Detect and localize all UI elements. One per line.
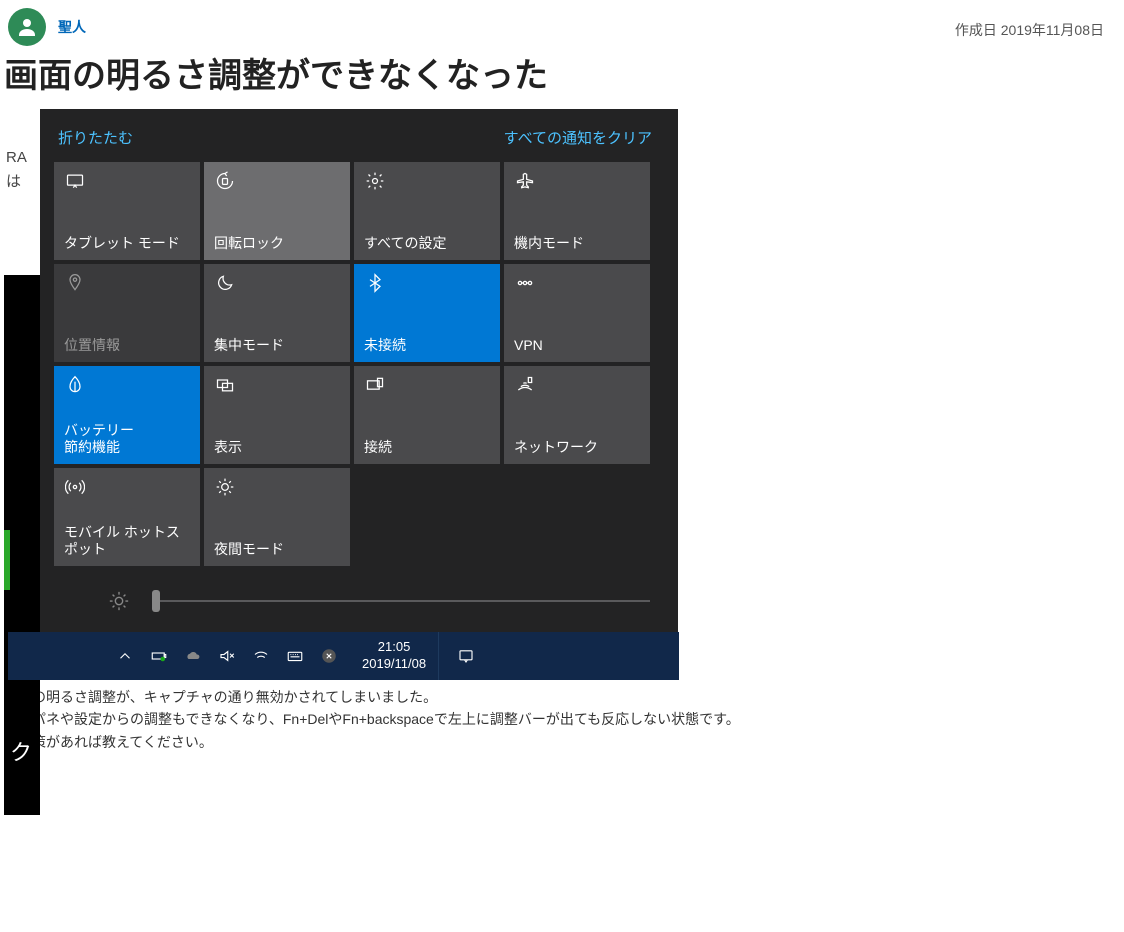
connect-icon [364,374,386,396]
airplane-icon [514,170,536,192]
taskbar-time: 21:05 [362,639,426,656]
tablet-icon [64,170,86,192]
tray-ime-icon[interactable] [278,632,312,680]
taskbar-date: 2019/11/08 [362,656,426,673]
body-line: 画面の明るさ調整が、キャプチャの通り無効かされてしまいました。 [4,686,1118,708]
tile-all-settings[interactable]: すべての設定 [354,162,500,260]
tile-focus-assist[interactable]: 集中モード [204,264,350,362]
tile-project[interactable]: 表示 [204,366,350,464]
location-icon [64,272,86,294]
project-icon [214,374,236,396]
body-cut-text: RA は [6,146,27,194]
tile-label: 表示 [214,439,340,456]
post-title: 画面の明るさ調整ができなくなった [0,46,1124,109]
tile-bluetooth[interactable]: 未接続 [354,264,500,362]
tile-battery-saver[interactable]: バッテリー 節約機能 [54,366,200,464]
post-body: 画面の明るさ調整が、キャプチャの通り無効かされてしまいました。 コンパネや設定か… [0,680,1124,773]
tray-onedrive-icon[interactable] [176,632,210,680]
taskbar: 21:05 2019/11/08 [8,632,679,680]
background-accent [4,530,10,590]
tile-label: バッテリー 節約機能 [64,422,190,456]
gear-icon [364,170,386,192]
sun-icon [214,476,236,498]
tile-airplane-mode[interactable]: 機内モード [504,162,650,260]
leaf-icon [64,374,86,396]
tile-night-light[interactable]: 夜間モード [204,468,350,566]
tile-label: 接続 [364,439,490,456]
tile-label: 未接続 [364,337,490,354]
tray-battery-icon[interactable] [142,632,176,680]
tile-location[interactable]: 位置情報 [54,264,200,362]
bluetooth-icon [364,272,386,294]
tile-vpn[interactable]: VPN [504,264,650,362]
tile-label: 位置情報 [64,337,190,354]
created-date: 作成日 2019年11月08日 [955,20,1104,40]
brightness-slider-row [48,566,670,618]
rotation-lock-icon [214,170,236,192]
tile-label: ネットワーク [514,439,640,456]
tile-mobile-hotspot[interactable]: モバイル ホットスポット [54,468,200,566]
brightness-slider[interactable] [152,600,650,602]
body-line: コンパネや設定からの調整もできなくなり、Fn+DelやFn+backspaceで… [4,708,1118,730]
tray-wifi-icon[interactable] [244,632,278,680]
body-line: 解決策があれば教えてください。 [4,731,1118,753]
avatar [8,8,46,46]
tile-label: 回転ロック [214,235,340,252]
author-link[interactable]: 聖人 [58,17,86,37]
tile-network[interactable]: ネットワーク [504,366,650,464]
tile-label: 集中モード [214,337,340,354]
tile-label: 機内モード [514,235,640,252]
tile-connect[interactable]: 接続 [354,366,500,464]
tile-tablet-mode[interactable]: タブレット モード [54,162,200,260]
clear-all-link[interactable]: すべての通知をクリア [504,127,652,148]
tray-volume-muted-icon[interactable] [210,632,244,680]
taskbar-clock[interactable]: 21:05 2019/11/08 [350,639,438,673]
tile-label: 夜間モード [214,541,340,558]
background-cut-text: ク [10,735,32,767]
tile-label: すべての設定 [364,235,490,252]
network-icon [514,374,536,396]
tile-label: モバイル ホットスポット [64,524,190,558]
action-center-panel: 折りたたむ すべての通知をクリア タブレット モード 回転ロック す [40,109,678,632]
tile-label: VPN [514,337,640,354]
action-center-toggle[interactable] [438,632,492,680]
tray-close-icon[interactable] [312,632,346,680]
hotspot-icon [64,476,86,498]
brightness-icon [108,590,130,612]
quick-action-tiles: タブレット モード 回転ロック すべての設定 機内モード [48,162,670,566]
tray-chevron-icon[interactable] [108,632,142,680]
collapse-link[interactable]: 折りたたむ [58,127,133,148]
tile-rotation-lock[interactable]: 回転ロック [204,162,350,260]
moon-icon [214,272,236,294]
tile-label: タブレット モード [64,235,190,252]
brightness-slider-thumb[interactable] [152,590,160,612]
vpn-icon [514,272,536,294]
